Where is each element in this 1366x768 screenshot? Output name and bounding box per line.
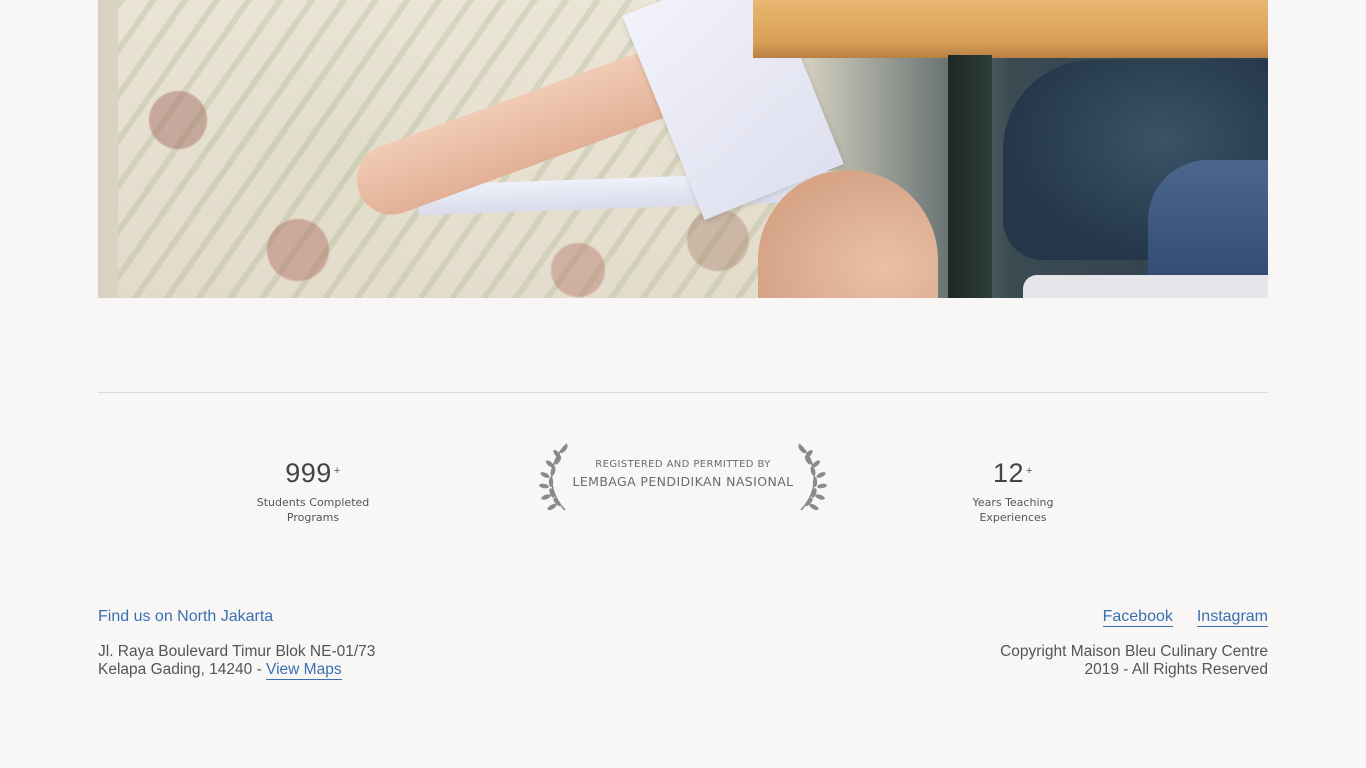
- copyright-line: 2019 - All Rights Reserved: [1084, 661, 1268, 678]
- footer-location: Find us on North Jakarta Jl. Raya Boulev…: [98, 606, 376, 680]
- accreditation-badge: REGISTERED AND PERMITTED BY LEMBAGA PEND…: [537, 440, 829, 514]
- stat-caption-line: Years Teaching: [972, 496, 1054, 509]
- stat-caption-line: Students Completed: [256, 496, 370, 509]
- sneaker: [1023, 275, 1268, 298]
- page: 999 + Students Completed Programs REGIST…: [0, 0, 1366, 768]
- table-leg: [948, 55, 992, 298]
- facebook-link[interactable]: Facebook: [1102, 608, 1173, 627]
- stat-caption-line: Experiences: [979, 511, 1047, 524]
- stat-number: 12 +: [913, 455, 1113, 489]
- stat-value: 12: [993, 458, 1025, 488]
- footer-social: Facebook Instagram Copyright Maison Bleu …: [1000, 606, 1268, 679]
- address: Jl. Raya Boulevard Timur Blok NE-01/73 K…: [98, 643, 376, 680]
- view-maps-link[interactable]: View Maps: [266, 661, 342, 680]
- stat-caption: Students Completed Programs: [213, 495, 413, 525]
- copyright-line: Copyright Maison Bleu Culinary Centre: [1000, 643, 1268, 660]
- hero-photo: [98, 0, 1268, 298]
- plus-icon: +: [1026, 465, 1033, 477]
- plus-icon: +: [333, 465, 341, 477]
- section-divider: [98, 392, 1268, 393]
- wooden-table: [753, 0, 1268, 58]
- laurel-wreath-icon: [798, 443, 827, 511]
- badge-line-institution: LEMBAGA PENDIDIKAN NASIONAL: [572, 474, 794, 489]
- stat-number: 999 +: [213, 455, 413, 489]
- instagram-link[interactable]: Instagram: [1196, 608, 1268, 627]
- badge-line-registered: REGISTERED AND PERMITTED BY: [595, 459, 771, 470]
- stat-caption-line: Programs: [286, 511, 340, 524]
- stat-caption: Years Teaching Experiences: [913, 495, 1113, 525]
- social-links: Facebook Instagram: [1000, 606, 1268, 628]
- find-us-heading: Find us on North Jakarta: [98, 608, 274, 625]
- denim-knee: [1148, 160, 1268, 280]
- stat-years-teaching: 12 + Years Teaching Experiences: [913, 455, 1113, 525]
- stat-students-completed: 999 + Students Completed Programs: [213, 455, 413, 525]
- stat-value: 999: [285, 458, 332, 488]
- copyright: Copyright Maison Bleu Culinary Centre 20…: [1000, 643, 1268, 679]
- address-line: Jl. Raya Boulevard Timur Blok NE-01/73: [98, 643, 376, 660]
- address-city: Kelapa Gading, 14240 -: [98, 661, 267, 678]
- address-line: Kelapa Gading, 14240 - View Maps: [98, 661, 375, 680]
